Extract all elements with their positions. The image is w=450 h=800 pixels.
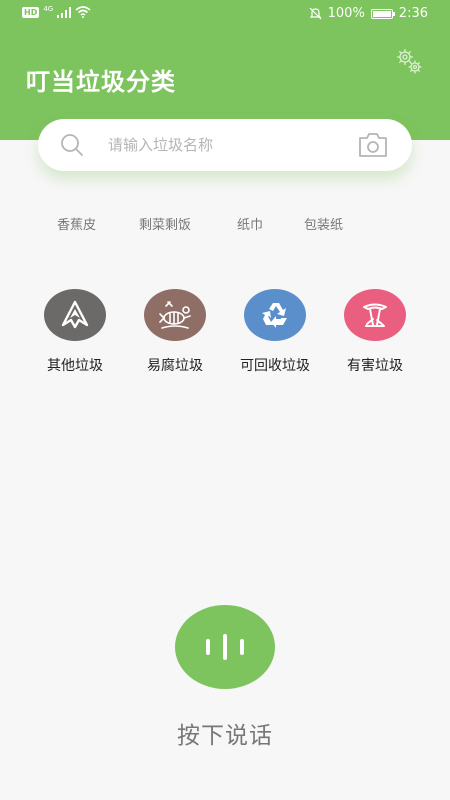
battery-percent: 100% xyxy=(327,6,365,21)
category-recyclable[interactable]: 可回收垃圾 xyxy=(225,289,325,375)
mute-bell-icon xyxy=(309,7,322,20)
category-label: 易腐垃圾 xyxy=(147,358,203,374)
hot-word-item[interactable]: 剩菜剩饭 xyxy=(139,214,191,233)
hd-badge: HD xyxy=(22,6,40,18)
hot-word-item[interactable]: 包装纸 xyxy=(304,214,343,233)
hot-word-item[interactable]: 纸巾 xyxy=(237,214,263,233)
hot-word-item[interactable]: 香蕉皮 xyxy=(57,214,96,233)
category-circle xyxy=(44,289,106,341)
app-title: 叮当垃圾分类 xyxy=(26,68,176,96)
battery-icon xyxy=(370,8,395,19)
signal-icon xyxy=(57,6,72,18)
battery-fill xyxy=(372,10,391,17)
category-hazardous[interactable]: 有害垃圾 xyxy=(325,289,425,375)
category-circle xyxy=(244,289,306,341)
gear-icon xyxy=(397,49,422,74)
status-time: 2:36 xyxy=(398,6,428,21)
recycle-icon xyxy=(262,303,287,328)
status-left: HD 4G xyxy=(22,5,91,18)
voice-icon xyxy=(206,634,244,660)
hot-words: 香蕉皮 剩菜剩饭 纸巾 包装纸 xyxy=(0,214,450,236)
category-food-waste[interactable]: 易腐垃圾 xyxy=(125,289,225,375)
settings-button[interactable] xyxy=(394,46,424,76)
status-right: 100% 2:36 xyxy=(309,6,428,21)
search-icon[interactable] xyxy=(60,133,84,157)
voice-button[interactable] xyxy=(175,605,275,689)
app-screen: HD 4G 100% 2:36 叮当垃圾分类 请输入垃圾名称 香蕉皮 剩菜剩饭 … xyxy=(0,0,450,800)
status-bar: HD 4G 100% 2:36 xyxy=(0,0,450,30)
camera-icon xyxy=(359,133,387,157)
hazardous-waste-icon xyxy=(363,303,387,327)
category-other-waste[interactable]: 其他垃圾 xyxy=(25,289,125,375)
other-waste-icon xyxy=(61,300,89,329)
category-label: 其他垃圾 xyxy=(47,358,103,374)
category-label: 可回收垃圾 xyxy=(240,358,310,374)
food-waste-icon xyxy=(159,301,191,329)
search-input[interactable] xyxy=(108,131,348,159)
camera-button[interactable] xyxy=(358,132,388,158)
wifi-icon xyxy=(75,6,91,18)
voice-button-label: 按下说话 xyxy=(177,723,273,749)
search-bar xyxy=(38,119,412,171)
category-circle xyxy=(344,289,406,341)
network-label: 4G xyxy=(43,5,54,13)
category-label: 有害垃圾 xyxy=(347,358,403,374)
category-circle xyxy=(144,289,206,341)
